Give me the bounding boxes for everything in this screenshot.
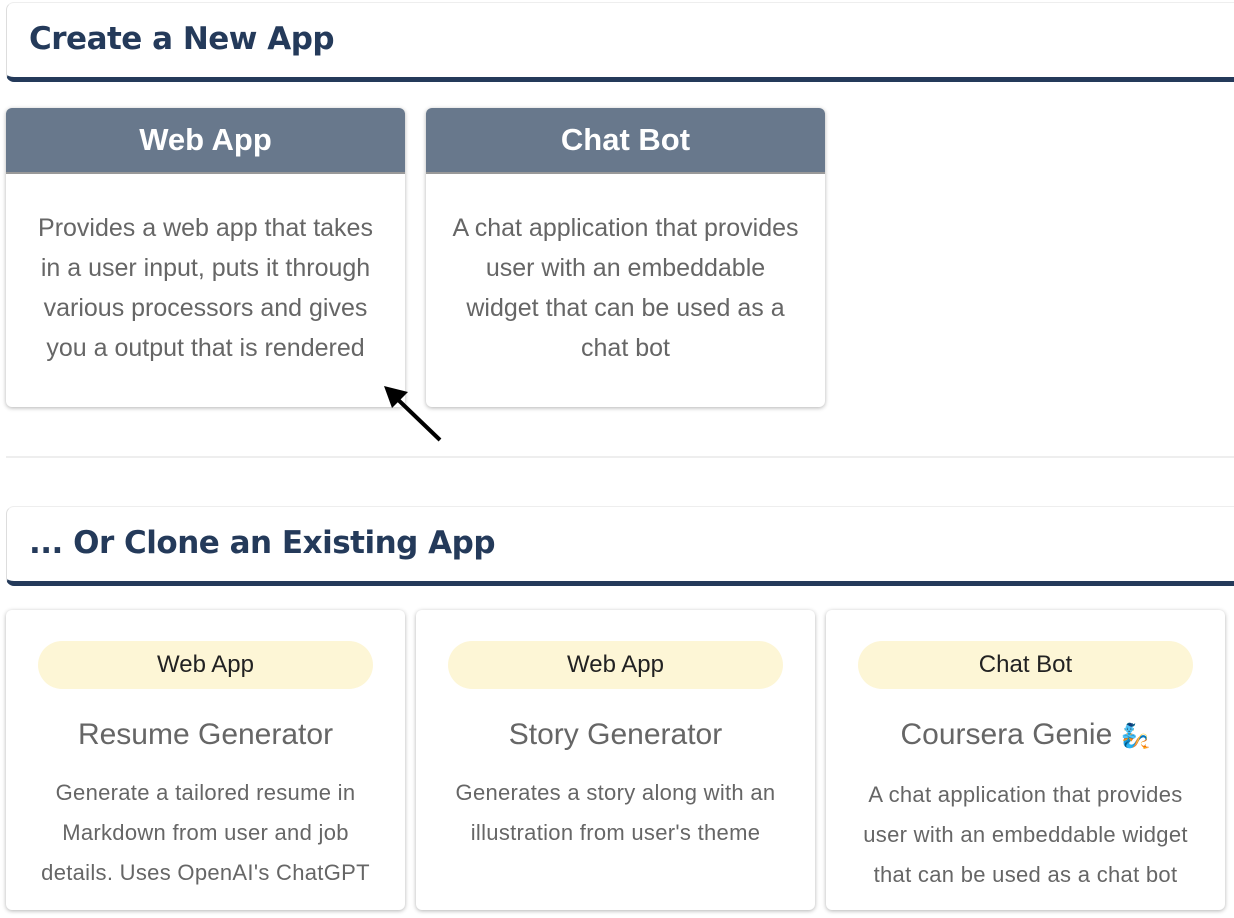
card-title: Web App [6,108,405,174]
app-name: Story Generator [508,718,723,751]
app-description: Generates a story along with an illustra… [455,780,776,845]
app-description: A chat application that provides user wi… [863,782,1188,887]
app-type-badge: Chat Bot [858,641,1193,689]
section-title: Create a New App [29,21,335,57]
app-type-badge: Web App [448,641,783,689]
new-app-card-chat-bot[interactable]: Chat Bot A chat application that provide… [426,108,825,407]
app-name: Coursera Genie [900,718,1113,751]
clone-card-coursera-genie[interactable]: Chat Bot Coursera Genie 🧞 A chat applica… [826,610,1225,910]
genie-icon: 🧞 [1120,723,1151,750]
app-name: Resume Generator [77,718,334,751]
section-title: ... Or Clone an Existing App [29,525,496,561]
card-description: Provides a web app that takes in a user … [38,214,373,362]
mouse-pointer-arrow-icon [384,386,442,442]
clone-section-header: ... Or Clone an Existing App [6,506,1234,586]
clone-card-story-generator[interactable]: Web App Story Generator Generates a stor… [416,610,815,910]
app-type-badge: Web App [38,641,373,689]
card-description: A chat application that provides user wi… [452,214,799,362]
app-name-row: Coursera Genie 🧞 [826,711,1225,761]
new-app-card-web-app[interactable]: Web App Provides a web app that takes in… [6,108,405,407]
create-section-header: Create a New App [6,2,1234,82]
divider [6,456,1234,458]
clone-card-resume-generator[interactable]: Web App Resume Generator Generate a tail… [6,610,405,910]
card-title: Chat Bot [426,108,825,174]
app-description: Generate a tailored resume in Markdown f… [41,780,370,885]
